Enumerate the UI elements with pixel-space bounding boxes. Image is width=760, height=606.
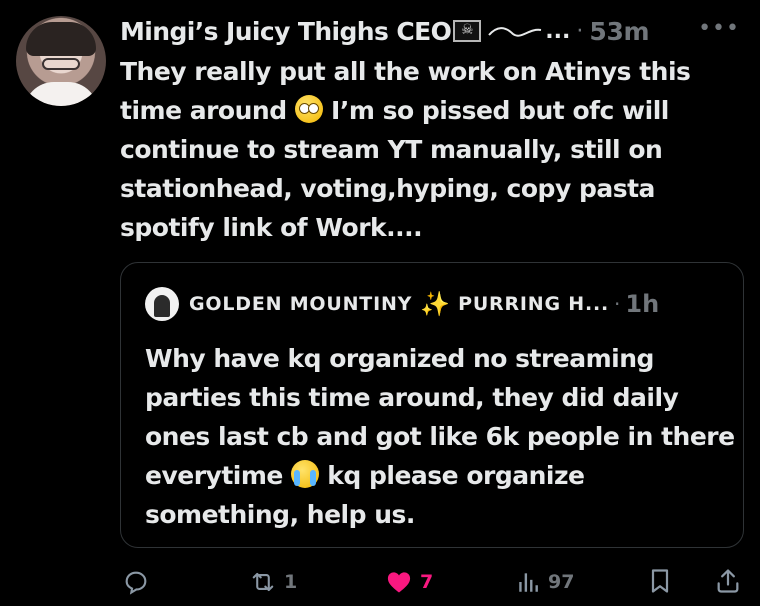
share-icon (717, 569, 739, 593)
retweet-count: 1 (284, 571, 298, 593)
reply-icon (125, 571, 147, 595)
avatar-shoulder (24, 82, 98, 106)
bookmark-button[interactable] (646, 566, 674, 596)
header-separator: · (576, 18, 584, 44)
quote-text: Why have kq organized no streaming parti… (145, 339, 735, 534)
views-icon (519, 573, 538, 592)
tweet-time[interactable]: 53m (589, 17, 649, 46)
bookmark-icon (651, 569, 669, 593)
loudly-crying-face-icon (291, 460, 320, 488)
author-avatar[interactable] (16, 16, 106, 106)
views-button[interactable]: 97 (516, 568, 574, 596)
tweet-text: They really put all the work on Atinys t… (120, 52, 730, 247)
sparkles-icon: ✨ (420, 290, 451, 318)
action-bar: 1 7 97 (0, 560, 760, 600)
pirate-flag-icon: ☠ (453, 20, 482, 42)
quote-author-name-continued[interactable]: PURRING H... (458, 293, 609, 315)
quote-separator: · (614, 292, 621, 316)
share-button[interactable] (714, 566, 742, 596)
quote-author-avatar[interactable] (145, 287, 179, 321)
quote-header: GOLDEN MOUNTINY ✨ PURRING H... · 1h (145, 287, 659, 321)
like-button[interactable]: 7 (384, 568, 433, 596)
tweet-header: Mingi’s Juicy Thighs CEO ☠ ... · 53m ••• (120, 14, 750, 48)
like-count: 7 (420, 571, 434, 593)
avatar-hair (26, 22, 96, 56)
quoted-tweet[interactable]: GOLDEN MOUNTINY ✨ PURRING H... · 1h Why … (120, 262, 744, 548)
quote-author-name[interactable]: GOLDEN MOUNTINY (189, 293, 412, 315)
avatar-glasses (42, 58, 80, 70)
face-with-rolling-eyes-icon (294, 95, 323, 123)
retweet-icon (252, 572, 274, 592)
name-truncation: ... (545, 18, 571, 44)
retweet-button[interactable]: 1 (248, 568, 297, 596)
quote-time[interactable]: 1h (625, 290, 659, 318)
wave-icon (488, 27, 542, 37)
views-count: 97 (548, 571, 575, 593)
more-horizontal-icon[interactable]: ••• (698, 16, 740, 41)
author-name[interactable]: Mingi’s Juicy Thighs CEO (120, 17, 452, 46)
reply-button[interactable] (122, 568, 156, 596)
heart-icon (387, 572, 411, 593)
